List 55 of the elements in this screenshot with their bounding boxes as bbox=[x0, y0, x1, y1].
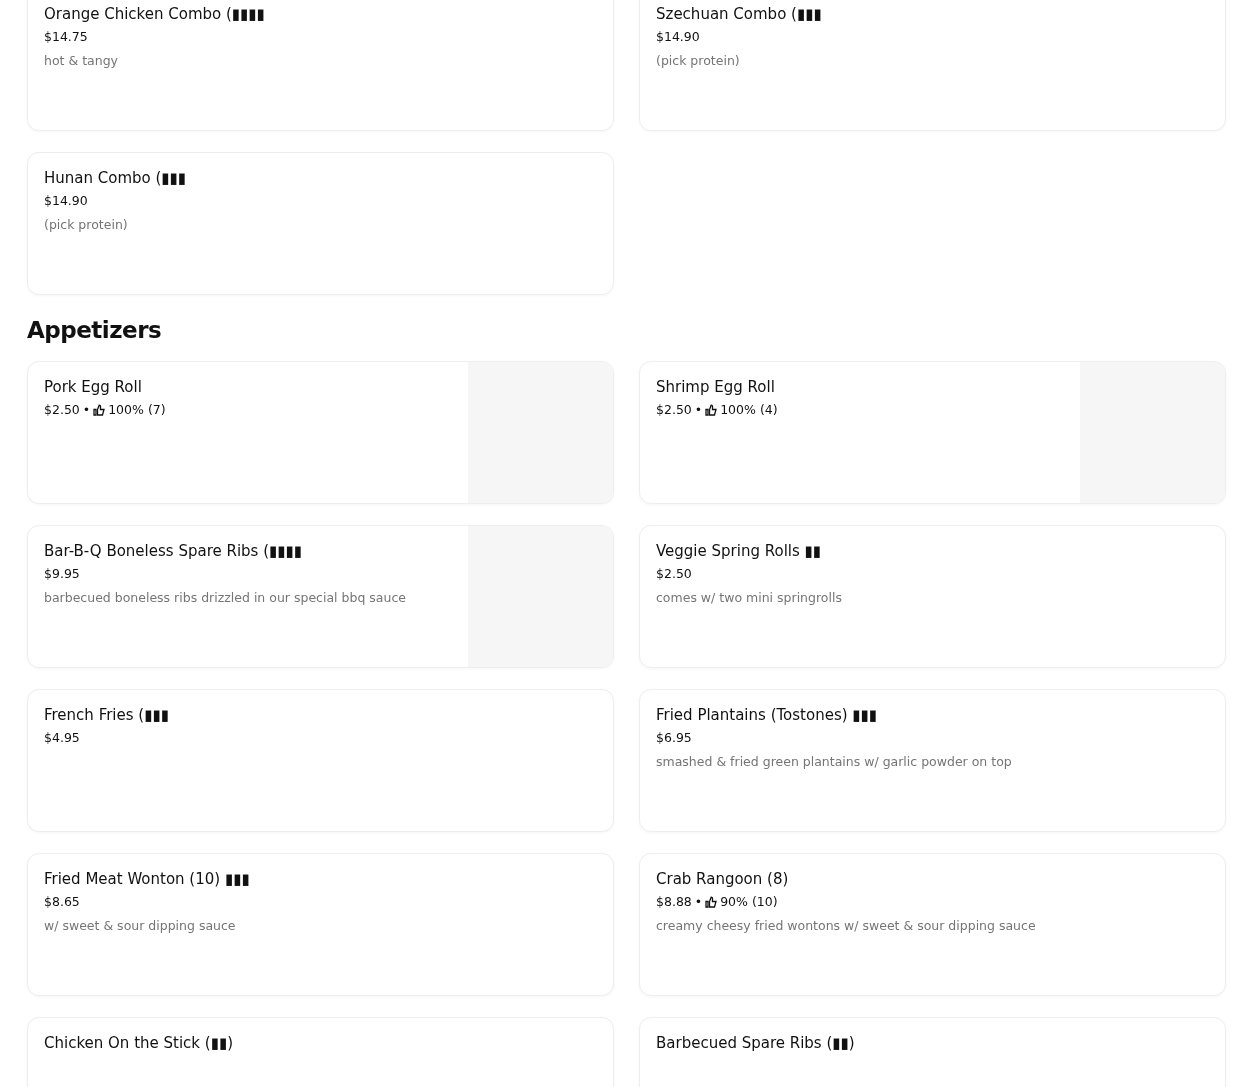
menu-item-card[interactable]: French Fries (▮▮▮ $4.95 bbox=[27, 688, 614, 832]
item-rating: 100% (7) bbox=[108, 400, 166, 419]
item-name: Bar-B-Q Boneless Spare Ribs (▮▮▮▮ bbox=[44, 540, 304, 562]
item-name: French Fries (▮▮▮ bbox=[44, 704, 170, 726]
separator-dot: • bbox=[694, 400, 703, 419]
menu-item-card[interactable]: Bar-B-Q Boneless Spare Ribs (▮▮▮▮ $9.95 barbecued boneless ribs drizzled in our special bbq sauce bbox=[27, 524, 614, 668]
item-price: $14.90 bbox=[44, 192, 88, 210]
item-description: (pick protein) bbox=[656, 52, 741, 70]
item-description: smashed & fried green plantains w/ garlic powder on top bbox=[656, 752, 1013, 771]
item-name: Pork Egg Roll bbox=[44, 376, 143, 398]
item-name: Fried Meat Wonton (10) ▮▮▮ bbox=[44, 868, 251, 890]
item-name: Orange Chicken Combo (▮▮▮▮ bbox=[44, 4, 266, 25]
menu-item-card[interactable]: Hunan Combo (▮▮▮ $14.90 (pick protein) bbox=[27, 152, 614, 295]
item-price: $6.95 bbox=[656, 728, 692, 747]
item-rating: 100% (4) bbox=[720, 400, 778, 419]
item-price: $2.50 bbox=[44, 400, 80, 419]
menu-item-card[interactable]: Orange Chicken Combo (▮▮▮▮ $14.75 hot & tangy bbox=[27, 0, 614, 131]
item-price: $8.88 bbox=[656, 892, 692, 911]
item-name: Hunan Combo (▮▮▮ bbox=[44, 168, 188, 189]
item-price: $2.50 bbox=[656, 400, 692, 419]
separator-dot: • bbox=[82, 400, 91, 419]
item-name: Szechuan Combo (▮▮▮ bbox=[656, 4, 823, 25]
item-price: $14.90 bbox=[656, 28, 700, 46]
menu-item-card[interactable]: Veggie Spring Rolls ▮▮ $2.50 comes w/ two mini springrolls bbox=[639, 524, 1226, 668]
item-price: $2.50 bbox=[656, 564, 692, 583]
menu-item-card[interactable]: Szechuan Combo (▮▮▮ $14.90 (pick protein) bbox=[639, 0, 1226, 131]
item-name: Veggie Spring Rolls ▮▮ bbox=[656, 540, 823, 562]
item-price: $14.75 bbox=[44, 28, 88, 46]
menu-item-card[interactable]: Shrimp Egg Roll $2.50 • 100% (4) bbox=[639, 360, 1226, 504]
menu-item-card[interactable]: Barbecued Spare Ribs (▮▮) bbox=[639, 1016, 1226, 1087]
item-description: w/ sweet & sour dipping sauce bbox=[44, 916, 237, 935]
separator-dot: • bbox=[694, 892, 703, 911]
item-price: $9.95 bbox=[44, 564, 80, 583]
thumbs-up-icon bbox=[705, 403, 718, 416]
menu-item-card[interactable]: Fried Meat Wonton (10) ▮▮▮ $8.65 w/ sweet & sour dipping sauce bbox=[27, 852, 614, 996]
item-price: $4.95 bbox=[44, 728, 80, 747]
item-description: comes w/ two mini springrolls bbox=[656, 588, 843, 607]
item-description: creamy cheesy fried wontons w/ sweet & sour dipping sauce bbox=[656, 916, 1037, 935]
section-heading: Appetizers bbox=[27, 317, 163, 345]
item-name: Chicken On the Stick (▮▮) bbox=[44, 1032, 234, 1054]
item-description: (pick protein) bbox=[44, 216, 129, 234]
menu-item-card[interactable]: Chicken On the Stick (▮▮) bbox=[27, 1016, 614, 1087]
thumbs-up-icon bbox=[93, 403, 106, 416]
item-name: Shrimp Egg Roll bbox=[656, 376, 776, 398]
item-name: Barbecued Spare Ribs (▮▮) bbox=[656, 1032, 856, 1054]
menu-item-card[interactable]: Fried Plantains (Tostones) ▮▮▮ $6.95 smashed & fried green plantains w/ garlic powder on top bbox=[639, 688, 1226, 832]
item-name: Fried Plantains (Tostones) ▮▮▮ bbox=[656, 704, 879, 726]
thumbs-up-icon bbox=[705, 895, 718, 908]
item-price: $8.65 bbox=[44, 892, 80, 911]
item-name: Crab Rangoon (8) bbox=[656, 868, 790, 890]
menu-item-card[interactable]: Crab Rangoon (8) $8.88 • 90% (10) creamy cheesy fried wontons w/ sweet & sour dipping sauce bbox=[639, 852, 1226, 996]
item-rating: 90% (10) bbox=[720, 892, 778, 911]
item-description: barbecued boneless ribs drizzled in our special bbq sauce bbox=[44, 588, 407, 607]
menu-item-card[interactable]: Pork Egg Roll $2.50 • 100% (7) bbox=[27, 360, 614, 504]
item-description: hot & tangy bbox=[44, 52, 119, 70]
